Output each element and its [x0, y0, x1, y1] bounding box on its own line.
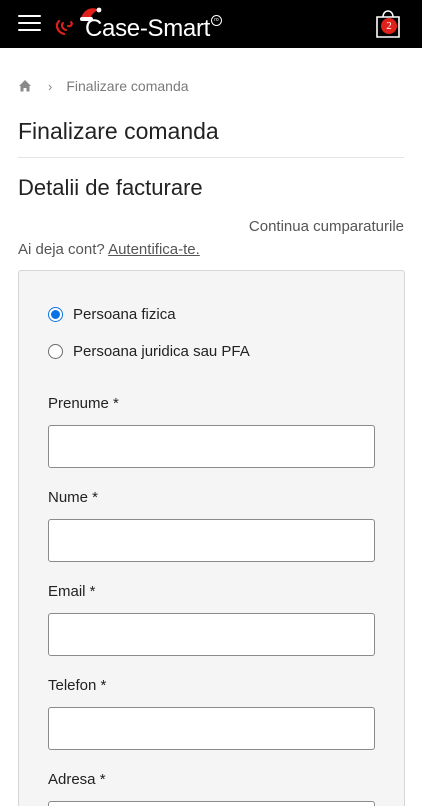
radio-persoana-juridica[interactable]: Persoana juridica sau PFA — [48, 343, 250, 360]
first-name-label: Prenume * — [48, 395, 119, 412]
last-name-input[interactable] — [48, 519, 375, 562]
login-prompt-text: Ai deja cont? — [18, 241, 105, 258]
breadcrumb-current: Finalizare comanda — [66, 78, 189, 94]
phone-label: Telefon * — [48, 677, 107, 694]
top-navigation-bar: Case-Smart ro 2 — [0, 0, 422, 48]
radio-label: Persoana juridica sau PFA — [73, 343, 250, 360]
phone-input[interactable] — [48, 707, 375, 750]
menu-icon[interactable] — [18, 15, 41, 33]
radio-button-checked[interactable] — [48, 307, 63, 322]
logo-country-badge: ro — [211, 15, 222, 26]
billing-form-card: Persoana fizica Persoana juridica sau PF… — [18, 270, 405, 806]
radio-label: Persoana fizica — [73, 306, 176, 323]
title-divider — [18, 157, 404, 158]
site-logo[interactable]: Case-Smart ro — [52, 5, 227, 43]
chevron-right-icon: › — [48, 78, 53, 94]
page-title: Finalizare comanda — [18, 118, 219, 144]
first-name-input[interactable] — [48, 425, 375, 468]
radio-button[interactable] — [48, 344, 63, 359]
home-icon[interactable] — [18, 79, 32, 93]
section-title: Detalii de facturare — [18, 175, 203, 200]
login-prompt: Ai deja cont? Autentifica-te. — [18, 241, 200, 258]
cart-count-badge: 2 — [381, 18, 397, 34]
breadcrumb: › Finalizare comanda — [18, 77, 189, 95]
last-name-label: Nume * — [48, 489, 99, 506]
address-input[interactable] — [48, 801, 375, 806]
continue-shopping-link[interactable]: Continua cumparaturile — [249, 218, 404, 235]
email-input[interactable] — [48, 613, 375, 656]
logo-text: Case-Smart — [85, 15, 211, 42]
email-label: Email * — [48, 583, 96, 600]
radio-persoana-fizica[interactable]: Persoana fizica — [48, 306, 176, 323]
address-label: Adresa * — [48, 771, 106, 788]
login-link[interactable]: Autentifica-te. — [108, 241, 200, 258]
cart-button[interactable]: 2 — [372, 5, 404, 41]
